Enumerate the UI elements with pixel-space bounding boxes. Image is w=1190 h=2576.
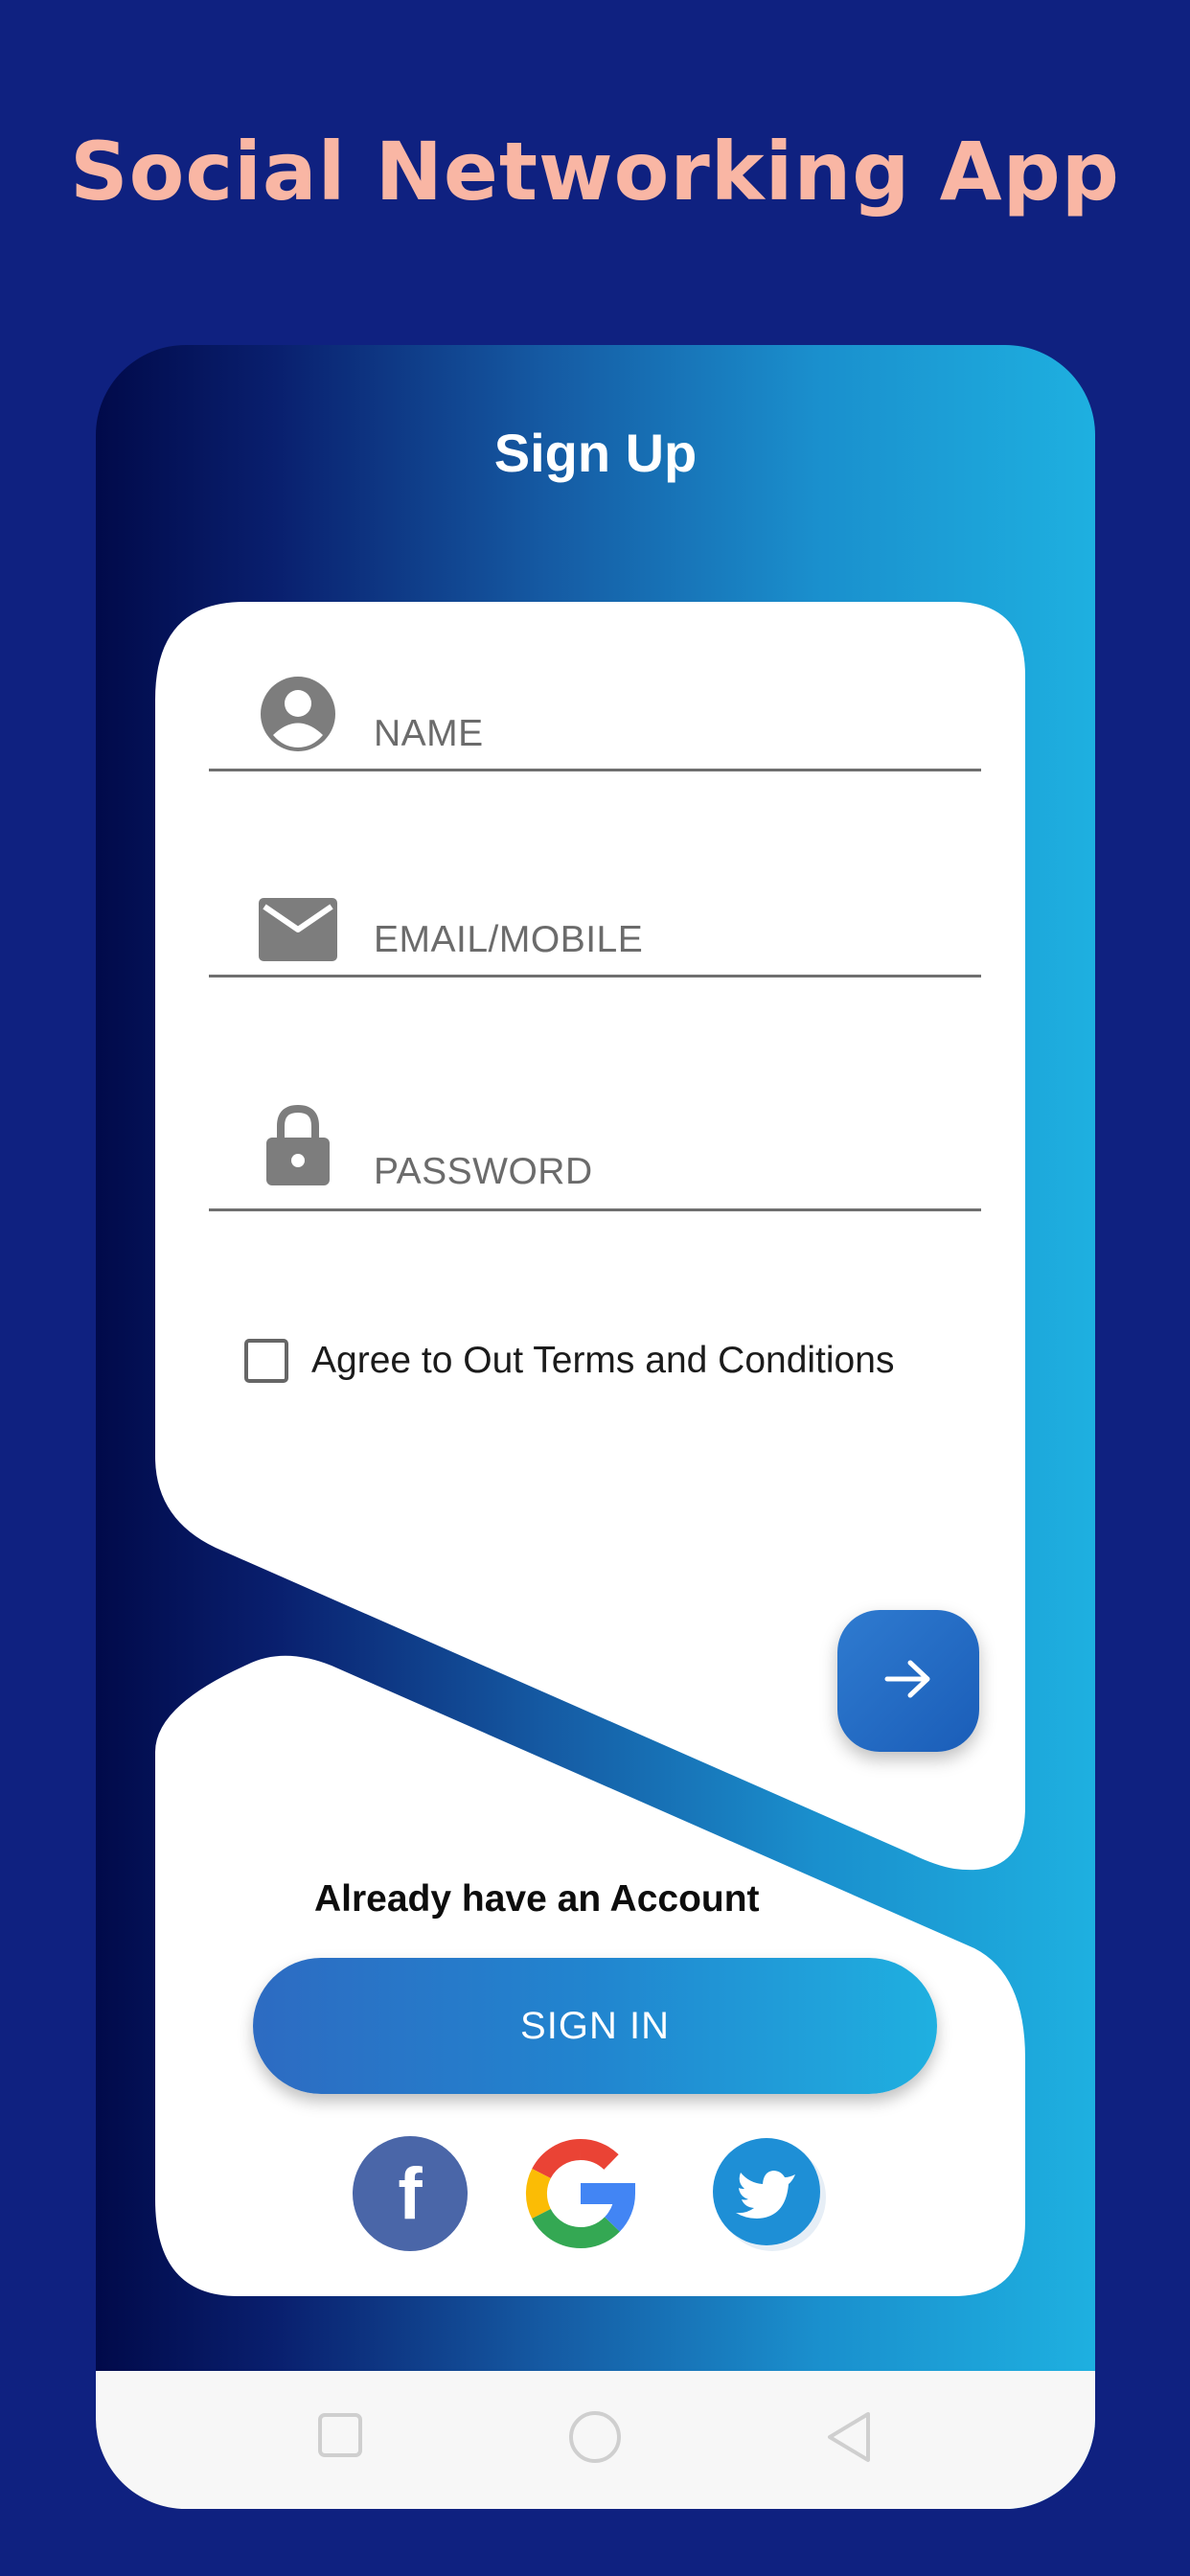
- next-button[interactable]: [837, 1610, 979, 1752]
- mail-icon: [259, 898, 337, 966]
- lock-icon: [266, 1103, 330, 1190]
- twitter-button[interactable]: [711, 2136, 826, 2251]
- arrow-right-icon: [883, 1658, 933, 1705]
- facebook-button[interactable]: f: [353, 2136, 468, 2251]
- email-input[interactable]: EMAIL/MOBILE: [374, 919, 643, 961]
- google-button[interactable]: [523, 2136, 638, 2251]
- square-icon[interactable]: [316, 2411, 364, 2464]
- name-field[interactable]: NAME: [209, 654, 981, 771]
- terms-checkbox[interactable]: [244, 1339, 288, 1383]
- navigation-bar: [96, 2371, 1095, 2509]
- password-input[interactable]: PASSWORD: [374, 1151, 593, 1193]
- name-input[interactable]: NAME: [374, 713, 484, 755]
- triangle-back-icon[interactable]: [824, 2409, 874, 2470]
- account-circle-icon: [259, 675, 337, 758]
- password-field[interactable]: PASSWORD: [209, 1093, 981, 1211]
- twitter-icon: [713, 2138, 826, 2251]
- facebook-letter: f: [398, 2153, 423, 2235]
- phone-screen: Sign Up NAME EMAIL/MOBILE PASSWORD Agree…: [96, 345, 1095, 2509]
- google-icon: [525, 2138, 636, 2248]
- terms-row[interactable]: Agree to Out Terms and Conditions: [244, 1332, 894, 1390]
- email-field[interactable]: EMAIL/MOBILE: [209, 860, 981, 978]
- sign-in-button[interactable]: SIGN IN: [253, 1958, 937, 2094]
- app-title: Social Networking App: [70, 125, 1120, 218]
- already-have-account-text: Already have an Account: [314, 1878, 760, 1920]
- terms-label: Agree to Out Terms and Conditions: [311, 1340, 895, 1381]
- facebook-icon: f: [353, 2136, 468, 2251]
- circle-icon[interactable]: [567, 2409, 623, 2470]
